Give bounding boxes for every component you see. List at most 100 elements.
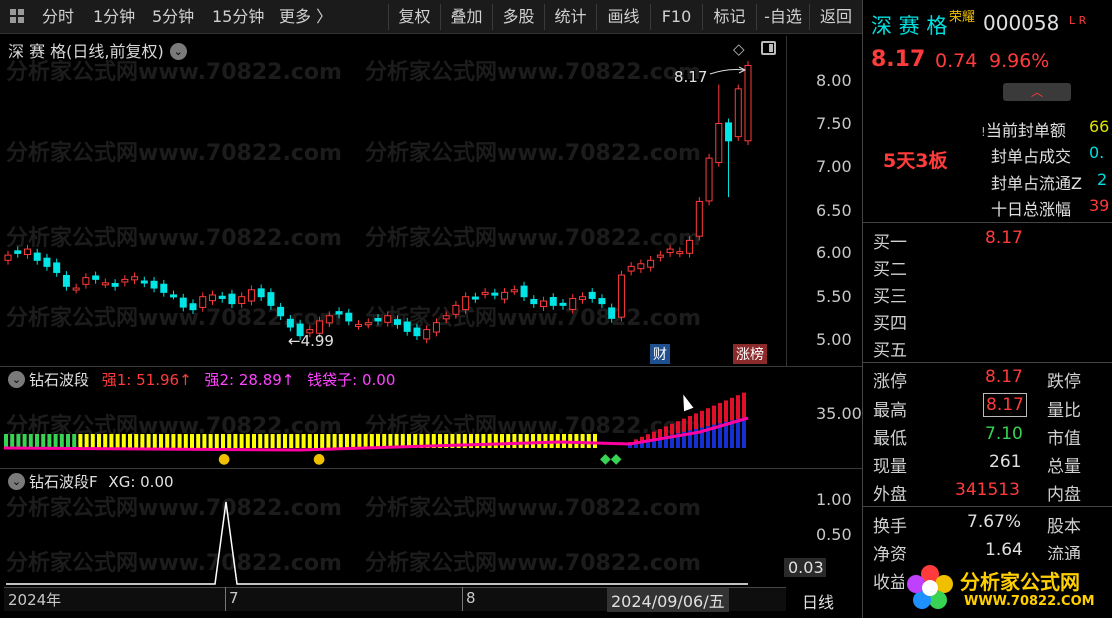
candle-body [462,296,470,311]
indicator1-bar [276,434,281,448]
cursor-date-label: 2024/09/06/五 [607,588,729,612]
quote-panel: 深 赛 格 荣耀 000058 L R 8.17 0.74 9.96% ︿ 5天… [862,0,1112,618]
indicator1-bar [47,434,52,448]
indicator1-bar [252,434,256,448]
board-count: 5天3板 [883,150,948,172]
finance-tag[interactable]: 财 [650,344,670,364]
back-button[interactable]: 返回 [809,4,862,30]
indicator1-bar [580,434,585,448]
candle-body [588,291,596,299]
candle-body [501,291,509,300]
candle-body [423,329,431,340]
indicator1-bar [345,434,349,448]
price-change-pct: 9.96% [989,50,1050,72]
period-15min[interactable]: 15分钟 [212,5,264,29]
candle-body [286,318,294,328]
diejia-button[interactable]: 叠加 [440,4,492,30]
candle-body [549,297,557,306]
indicator1-bar [214,434,219,448]
indicator1-bar [115,434,120,448]
menu-grid-icon[interactable] [10,9,24,23]
candle-body [569,297,577,310]
candle-body [345,312,353,322]
indicator1-bar [165,434,170,448]
candle-body [627,265,635,272]
candle-body [160,283,168,293]
buy1-label: 买一 [873,233,907,253]
candle-body [150,280,158,289]
indicator1-bar [500,434,504,448]
indicator2-line [6,501,748,585]
candle-body [14,250,22,254]
candle-body [413,327,421,337]
zhangbang-tag[interactable]: 涨榜 [733,344,767,364]
indicator2-chart[interactable] [0,468,786,586]
candle-body [238,296,246,304]
huaxian-button[interactable]: 画线 [596,4,650,30]
candle-body [101,282,109,286]
low-price-label: ←4.99 [288,332,334,350]
biaoji-button[interactable]: 标记 [702,4,756,30]
price-tick: 6.00 [816,243,852,262]
collapse-button[interactable]: ︿ [1003,83,1071,101]
high-price-label: 8.17 [674,68,708,86]
fuquan-button[interactable]: 复权 [388,4,440,30]
candle-body [364,322,372,326]
candle-body [725,122,733,142]
candle-body [637,263,645,270]
quote-label: 内盘 [1047,485,1081,505]
indicator1-bar [152,434,157,448]
seal-value: 66 [1089,117,1110,136]
candle-body [676,251,684,255]
period-fenshi[interactable]: 分时 [42,5,74,29]
indicator1-bar [239,434,244,448]
period-5min[interactable]: 5分钟 [152,5,194,29]
stock-tag: 荣耀 [949,10,976,25]
zixuan-button[interactable]: -自选 [756,4,809,30]
date-label: 2024年 [8,591,62,609]
last-price: 8.17 [871,47,926,72]
indicator1-bar [208,434,213,448]
quote-label: 换手 [873,517,907,537]
indicator1-bar [140,434,145,448]
indicator1-bar [537,434,542,448]
period-label[interactable]: 日线 [802,589,834,613]
tongji-button[interactable]: 统计 [544,4,596,30]
month-tick [462,587,463,611]
candle-body [53,262,61,273]
quote-value: 261 [989,452,1022,472]
period-more[interactable]: 更多 〉 [279,5,332,29]
indicator1-bar [586,434,591,448]
candle-body [277,306,285,317]
indicator1-bar [320,434,325,448]
logo-text: 分析家公式网 [960,570,1080,594]
quote-label: 现量 [873,457,907,477]
quote-value: 7.67% [967,512,1022,532]
candle-body [208,294,216,302]
indicator1-bar [369,434,374,448]
f10-button[interactable]: F10 [650,4,702,30]
candle-body [33,252,41,261]
indicator1-bar [53,434,58,448]
indicator1-bar [301,434,306,448]
period-1min[interactable]: 1分钟 [93,5,135,29]
indicator1-bar [351,434,356,448]
indicator1-chart[interactable]: ◆◆ ● ● [0,366,786,470]
quote-label: 最低 [873,429,907,449]
indicator1-bar [332,434,337,448]
candle-body [267,292,275,306]
indicator1-bar [506,434,511,448]
indicator1-bar [78,434,83,448]
candle-body [393,319,401,325]
price-tick: 8.00 [816,71,852,90]
indicator1-bar [512,434,517,448]
seal-label: !当前封单额 [981,121,1066,140]
indicator1-bar [97,434,101,448]
site-logo: 分析家公式网 WWW.70822.COM [904,560,1100,616]
duogu-button[interactable]: 多股 [492,4,544,30]
buy1-price: 8.17 [985,228,1023,248]
candle-body [384,315,392,323]
candle-body [62,274,70,287]
candle-body [578,296,586,300]
candlestick-chart[interactable] [0,36,786,366]
